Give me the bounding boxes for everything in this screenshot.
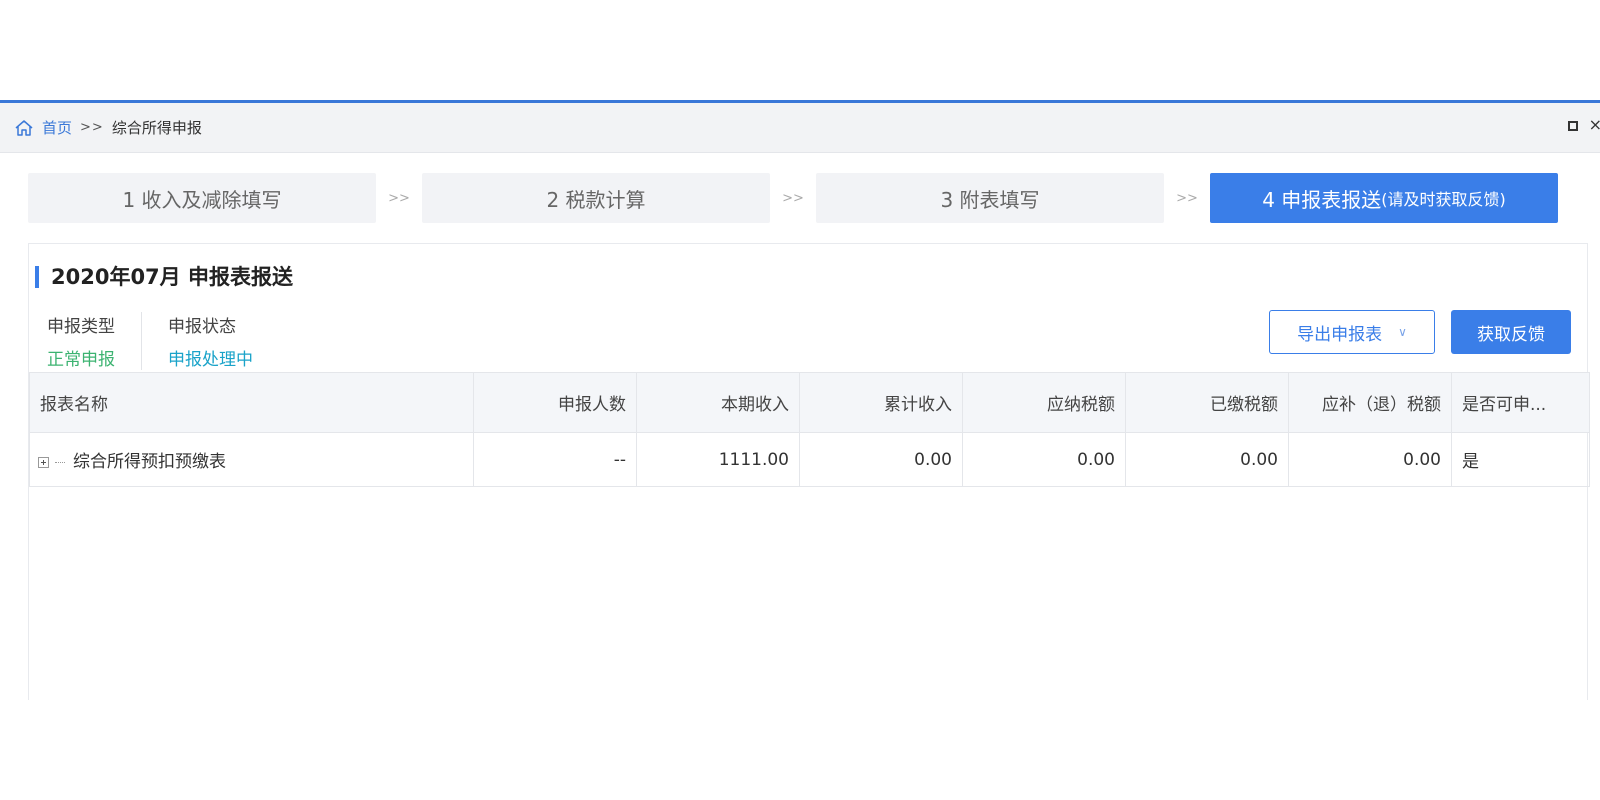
column-header[interactable]: 报表名称 (29, 372, 474, 433)
step-wizard: 1 收入及减除填写 >> 2 税款计算 >> 3 附表填写 >> 4 申报表报送… (28, 173, 1558, 223)
table-cell: 0.00 (1288, 432, 1452, 487)
export-button-label: 导出申报表 (1297, 324, 1383, 345)
declaration-info: 申报类型 正常申报 申报状态 申报处理中 (47, 312, 279, 370)
breadcrumb-separator: >> (80, 120, 104, 135)
step-1[interactable]: 1 收入及减除填写 (28, 173, 376, 223)
table-cell-name: 综合所得预扣预缴表 (29, 432, 474, 487)
maximize-icon[interactable] (1568, 121, 1578, 131)
feedback-button-label: 获取反馈 (1477, 324, 1545, 345)
step-separator-icon: >> (388, 190, 410, 206)
step-2-label: 2 税款计算 (546, 187, 646, 212)
chevron-down-icon: ∨ (1398, 325, 1407, 339)
section-title: 2020年07月 申报表报送 (35, 266, 293, 288)
declare-type-value: 正常申报 (47, 350, 115, 370)
declare-status-label: 申报状态 (168, 317, 236, 337)
declaration-table: 报表名称 申报人数 本期收入 累计收入 应纳税额 已缴税额 应补（退）税额 是否… (29, 372, 1590, 487)
step-1-label: 1 收入及减除填写 (122, 187, 282, 212)
step-separator-icon: >> (782, 190, 804, 206)
step-3[interactable]: 3 附表填写 (816, 173, 1164, 223)
title-bar: 首页 >> 综合所得申报 × (0, 103, 1600, 153)
step-4-sublabel: (请及时获取反馈) (1381, 190, 1506, 209)
expand-plus-icon[interactable] (38, 456, 49, 468)
column-header[interactable]: 累计收入 (799, 372, 963, 433)
column-header[interactable]: 申报人数 (473, 372, 637, 433)
tree-connector (55, 461, 65, 463)
table-cell: -- (473, 432, 637, 487)
declare-type-block: 申报类型 正常申报 (47, 312, 141, 370)
step-4[interactable]: 4 申报表报送 (请及时获取反馈) (1210, 173, 1558, 223)
step-separator-icon: >> (1176, 190, 1198, 206)
table-cell: 1111.00 (636, 432, 800, 487)
breadcrumb-current: 综合所得申报 (111, 119, 202, 137)
declaration-panel: 2020年07月 申报表报送 申报类型 正常申报 申报状态 申报处理中 导出申报… (28, 243, 1590, 700)
table-cell-declarable: 是 (1451, 432, 1590, 487)
column-header[interactable]: 已缴税额 (1125, 372, 1289, 433)
table-row[interactable]: 综合所得预扣预缴表 -- 1111.00 0.00 0.00 0.00 0.00… (29, 432, 1590, 487)
column-header[interactable]: 本期收入 (636, 372, 800, 433)
column-header[interactable]: 是否可申... (1451, 372, 1590, 433)
step-2[interactable]: 2 税款计算 (422, 173, 770, 223)
close-icon[interactable]: × (1589, 115, 1600, 134)
step-3-label: 3 附表填写 (940, 187, 1040, 212)
column-header[interactable]: 应纳税额 (962, 372, 1126, 433)
get-feedback-button[interactable]: 获取反馈 (1451, 310, 1571, 354)
breadcrumb-home-link[interactable]: 首页 (42, 117, 72, 138)
table-cell: 0.00 (1125, 432, 1289, 487)
app-window: 首页 >> 综合所得申报 × 1 收入及减除填写 >> 2 税款计算 >> 3 … (0, 100, 1600, 700)
declare-status-value: 申报处理中 (168, 350, 253, 370)
home-icon[interactable] (14, 118, 34, 138)
table-cell: 0.00 (799, 432, 963, 487)
column-header[interactable]: 应补（退）税额 (1288, 372, 1452, 433)
report-name: 综合所得预扣预缴表 (73, 452, 226, 472)
table-cell: 0.00 (962, 432, 1126, 487)
step-4-label: 4 申报表报送 (1262, 187, 1382, 212)
declare-type-label: 申报类型 (47, 317, 115, 337)
table-header-row: 报表名称 申报人数 本期收入 累计收入 应纳税额 已缴税额 应补（退）税额 是否… (29, 372, 1590, 433)
export-declaration-button[interactable]: 导出申报表 ∨ (1269, 310, 1435, 354)
declare-status-block: 申报状态 申报处理中 (141, 312, 279, 370)
